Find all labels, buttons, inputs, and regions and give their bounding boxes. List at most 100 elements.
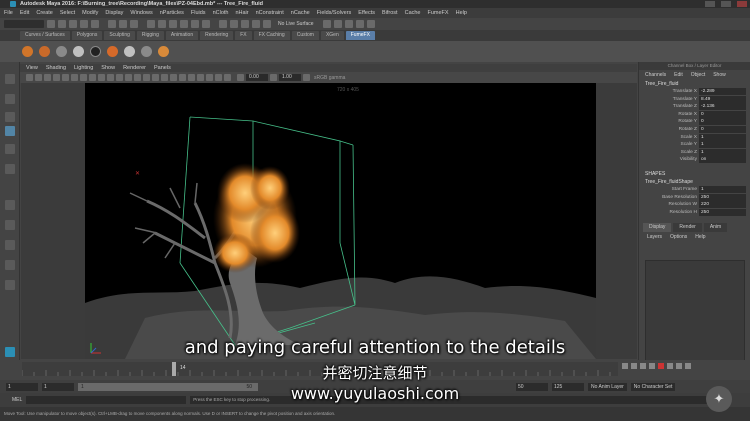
menu-ncache[interactable]: nCache	[291, 10, 310, 16]
snap-point-icon[interactable]	[241, 20, 249, 28]
layer-menu-options[interactable]: Options	[670, 234, 687, 240]
attr-value[interactable]: 220	[699, 201, 746, 209]
selected-object-name[interactable]: Tree_Fire_fluid	[639, 80, 750, 88]
attr-value[interactable]: 250	[699, 208, 746, 216]
use-lights-icon[interactable]	[161, 74, 168, 81]
vp-menu-panels[interactable]: Panels	[154, 65, 171, 71]
exposure-field[interactable]: 0.00	[246, 74, 268, 81]
layer-menu-layers[interactable]: Layers	[647, 234, 662, 240]
gamma-icon[interactable]	[270, 74, 277, 81]
ambient-occlusion-icon[interactable]	[179, 74, 186, 81]
bookmarks-icon[interactable]	[44, 74, 51, 81]
menu-effects[interactable]: Effects	[358, 10, 375, 16]
shadows-icon[interactable]	[170, 74, 177, 81]
open-scene-icon[interactable]	[58, 20, 66, 28]
fumefx-gravity-icon[interactable]	[124, 46, 135, 57]
menu-nconstraint[interactable]: nConstraint	[256, 10, 284, 16]
make-live-icon[interactable]	[263, 20, 271, 28]
gate-mask-icon[interactable]	[89, 74, 96, 81]
single-view-layout-icon[interactable]	[5, 200, 15, 210]
mode-dropdown[interactable]	[4, 20, 44, 28]
attr-value[interactable]: 0	[699, 118, 746, 126]
tab-custom[interactable]: Custom	[291, 31, 319, 40]
tab-render[interactable]: Render	[673, 222, 702, 232]
redo-icon[interactable]	[91, 20, 99, 28]
new-scene-icon[interactable]	[47, 20, 55, 28]
four-view-layout-icon[interactable]	[5, 220, 15, 230]
tab-rendering[interactable]: Rendering	[200, 31, 234, 40]
textured-icon[interactable]	[152, 74, 159, 81]
snap-curve-icon[interactable]	[230, 20, 238, 28]
xray-joints-icon[interactable]	[224, 74, 231, 81]
menu-file[interactable]: File	[4, 10, 13, 16]
isolate-select-icon[interactable]	[206, 74, 213, 81]
attr-value[interactable]: 250	[699, 193, 746, 201]
menu-cache[interactable]: Cache	[405, 10, 421, 16]
attr-value[interactable]: -2.136	[699, 103, 746, 111]
safe-action-icon[interactable]	[107, 74, 114, 81]
gamma-field[interactable]: 1.00	[279, 74, 301, 81]
tab-fx[interactable]: FX	[235, 31, 252, 40]
attr-value[interactable]: 1	[699, 141, 746, 149]
select-component-icon[interactable]	[130, 20, 138, 28]
menu-nhair[interactable]: nHair	[235, 10, 248, 16]
menu-ncloth[interactable]: nCloth	[213, 10, 229, 16]
move-tool-icon[interactable]	[5, 126, 15, 136]
save-scene-icon[interactable]	[69, 20, 77, 28]
cb-menu-edit[interactable]: Edit	[674, 72, 683, 78]
attr-value[interactable]: 8.49	[699, 95, 746, 103]
motion-blur-icon[interactable]	[188, 74, 195, 81]
shape-name[interactable]: Tree_Fire_fluidShape	[639, 178, 750, 186]
lasso-tool-icon[interactable]	[5, 94, 15, 104]
attr-value[interactable]: -2.289	[699, 88, 746, 95]
tab-fx-caching[interactable]: FX Caching	[253, 31, 290, 40]
select-camera-icon[interactable]	[26, 74, 33, 81]
rotate-tool-icon[interactable]	[5, 144, 15, 154]
vp-menu-show[interactable]: Show	[101, 65, 115, 71]
close-button[interactable]	[737, 1, 747, 7]
menu-edit[interactable]: Edit	[20, 10, 29, 16]
mask-joints-icon[interactable]	[158, 20, 166, 28]
ipr-render-icon[interactable]	[344, 20, 353, 28]
attr-value[interactable]: 0	[699, 125, 746, 133]
cb-menu-channels[interactable]: Channels	[645, 72, 666, 78]
history-icon[interactable]	[322, 20, 331, 28]
attr-value[interactable]: 1	[699, 185, 746, 193]
grid-toggle-icon[interactable]	[62, 74, 69, 81]
vp-menu-view[interactable]: View	[26, 65, 38, 71]
tab-xgen[interactable]: XGen	[320, 31, 344, 40]
mask-deformations-icon[interactable]	[191, 20, 199, 28]
color-management-icon[interactable]	[303, 74, 310, 81]
persp-outliner-layout-icon[interactable]	[5, 260, 15, 270]
vp-menu-lighting[interactable]: Lighting	[74, 65, 93, 71]
fumefx-vortex-icon[interactable]	[141, 46, 152, 57]
fumefx-bomb-icon[interactable]	[90, 46, 101, 57]
tab-rigging[interactable]: Rigging	[136, 31, 164, 40]
mask-surfaces-icon[interactable]	[180, 20, 188, 28]
paint-select-tool-icon[interactable]	[5, 112, 15, 122]
layer-menu-help[interactable]: Help	[695, 234, 705, 240]
menu-fumefx[interactable]: FumeFX	[428, 10, 449, 16]
minimize-button[interactable]	[705, 1, 715, 7]
camera-attributes-icon[interactable]	[35, 74, 42, 81]
image-plane-icon[interactable]	[53, 74, 60, 81]
tab-curves-surfaces[interactable]: Curves / Surfaces	[20, 31, 70, 40]
cb-menu-object[interactable]: Object	[691, 72, 705, 78]
select-tool-icon[interactable]	[5, 74, 15, 84]
render-settings-icon[interactable]	[355, 20, 364, 28]
tab-anim[interactable]: Anim	[703, 222, 728, 232]
maximize-button[interactable]	[721, 1, 731, 7]
safe-title-icon[interactable]	[116, 74, 123, 81]
fumefx-object-source-icon[interactable]	[56, 46, 67, 57]
attr-value[interactable]: 1	[699, 133, 746, 141]
menu-create[interactable]: Create	[36, 10, 53, 16]
tab-display[interactable]: Display	[643, 222, 672, 232]
fumefx-wind-icon[interactable]	[107, 46, 118, 57]
smooth-shade-icon[interactable]	[134, 74, 141, 81]
side-by-side-layout-icon[interactable]	[5, 240, 15, 250]
fumefx-grid-icon[interactable]	[22, 46, 33, 57]
cb-menu-show[interactable]: Show	[713, 72, 726, 78]
tab-fumefx[interactable]: FumeFX	[345, 31, 375, 40]
attr-value[interactable]: on	[699, 156, 746, 164]
exposure-icon[interactable]	[237, 74, 244, 81]
